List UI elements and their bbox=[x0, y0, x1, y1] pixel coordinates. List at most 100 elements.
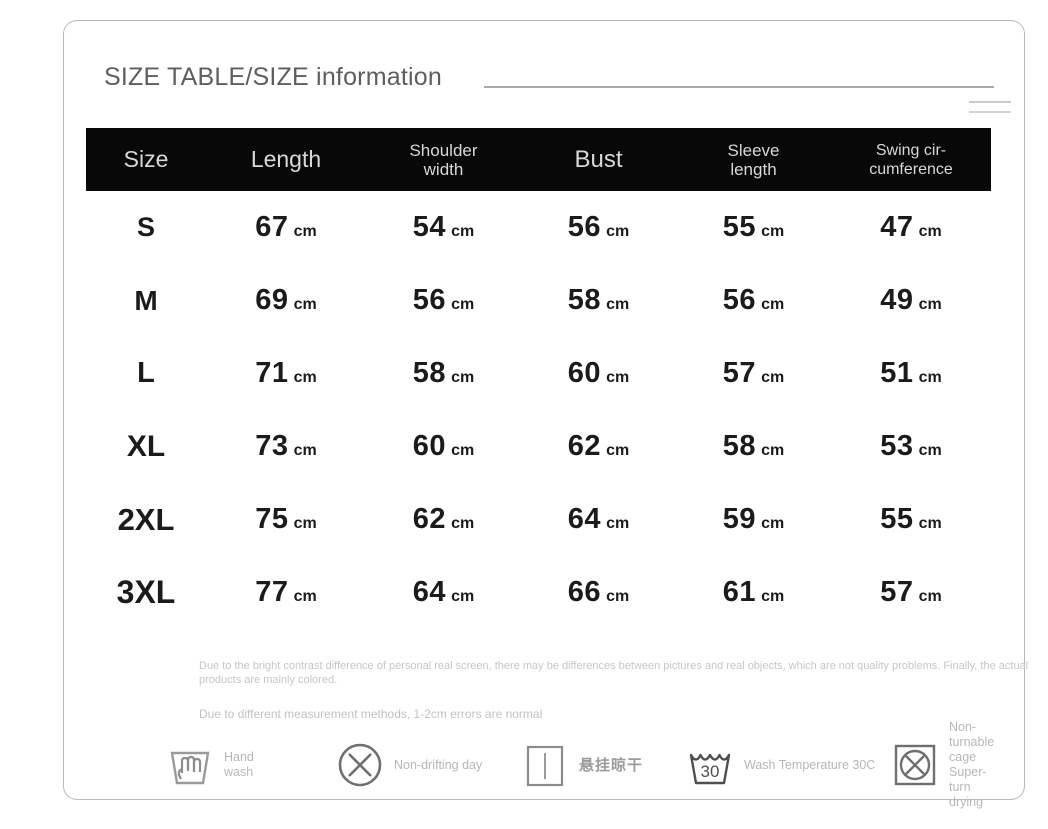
measurement-unit: cm bbox=[606, 588, 630, 605]
measurement-unit: cm bbox=[451, 442, 475, 459]
measurement-unit: cm bbox=[293, 588, 317, 605]
size-table: Size Length Shoulder width Bust Sleeve l… bbox=[86, 128, 991, 629]
cell-length: 75 cm bbox=[206, 503, 366, 536]
measurement-unit: cm bbox=[761, 223, 785, 240]
measurement-unit: cm bbox=[293, 223, 317, 240]
measurement-value: 57 bbox=[722, 357, 757, 389]
column-header-shoulder-width: Shoulder width bbox=[409, 140, 478, 179]
cell-sleeve-length: 55 cm bbox=[676, 211, 831, 244]
cell-size: S bbox=[86, 212, 206, 243]
cell-sleeve-length: 61 cm bbox=[676, 576, 831, 609]
measurement-value: 49 bbox=[880, 284, 914, 316]
cell-swing-circumference: 49 cm bbox=[831, 284, 991, 317]
cell-size: L bbox=[86, 357, 206, 390]
note-measurement: Due to different measurement methods, 1-… bbox=[199, 707, 543, 721]
measurement-value: 73 bbox=[255, 430, 289, 462]
measurement-unit: cm bbox=[451, 369, 475, 386]
hamburger-lines-icon bbox=[969, 101, 1011, 103]
no-tumble-dry-icon bbox=[889, 739, 941, 791]
measurement-unit: cm bbox=[606, 223, 630, 240]
measurement-value: 75 bbox=[255, 503, 289, 535]
column-header-swing-circumference: Swing cir- cumference bbox=[869, 141, 953, 178]
care-label-hand-wash: Hand wash bbox=[224, 750, 254, 779]
table-row: XL 73 cm 60 cm 62 cm 58 cm 53 cm bbox=[86, 410, 991, 483]
title-divider-rule bbox=[484, 86, 994, 88]
hamburger-lines-icon-secondary bbox=[969, 111, 1011, 113]
care-item-wash-temperature: 30 Wash Temperature 30C bbox=[684, 733, 875, 797]
cell-bust: 58 cm bbox=[521, 284, 676, 317]
measurement-value: 56 bbox=[567, 211, 602, 243]
wash-temperature-30-icon: 30 bbox=[684, 739, 736, 791]
measurement-value: 64 bbox=[412, 576, 447, 608]
cell-size: 3XL bbox=[86, 574, 206, 611]
cell-swing-circumference: 57 cm bbox=[831, 576, 991, 609]
notes-block: Due to the bright contrast difference of… bbox=[199, 659, 1029, 721]
measurement-unit: cm bbox=[293, 442, 317, 459]
care-label-no-bleach: Non-drifting day bbox=[394, 757, 483, 772]
cell-sleeve-length: 57 cm bbox=[676, 357, 831, 390]
size-label: M bbox=[134, 284, 158, 316]
cell-shoulder-width: 60 cm bbox=[366, 430, 521, 463]
measurement-value: 66 bbox=[567, 576, 602, 608]
care-label-no-tumble-dry: Non-turnable cage Super-turn drying bbox=[949, 720, 995, 809]
cell-swing-circumference: 55 cm bbox=[831, 503, 991, 536]
no-bleach-circle-x-icon bbox=[334, 739, 386, 791]
measurement-value: 55 bbox=[880, 503, 914, 535]
measurement-value: 67 bbox=[255, 211, 289, 243]
measurement-unit: cm bbox=[761, 442, 785, 459]
measurement-value: 61 bbox=[722, 576, 757, 608]
column-header-size: Size bbox=[123, 146, 169, 172]
measurement-unit: cm bbox=[761, 296, 785, 313]
table-row: S 67 cm 54 cm 56 cm 55 cm 47 cm bbox=[86, 191, 991, 264]
cell-swing-circumference: 47 cm bbox=[831, 211, 991, 244]
svg-text:30: 30 bbox=[701, 762, 720, 781]
cell-size: M bbox=[86, 285, 206, 317]
hand-wash-icon bbox=[164, 739, 216, 791]
measurement-value: 57 bbox=[880, 576, 914, 608]
measurement-value: 71 bbox=[255, 357, 289, 389]
cell-length: 77 cm bbox=[206, 576, 366, 609]
measurement-unit: cm bbox=[293, 296, 317, 313]
note-color-disclaimer: Due to the bright contrast difference of… bbox=[199, 660, 1029, 686]
cell-sleeve-length: 56 cm bbox=[676, 284, 831, 317]
care-label-wash-temperature: Wash Temperature 30C bbox=[744, 757, 876, 772]
measurement-unit: cm bbox=[606, 369, 630, 386]
measurement-unit: cm bbox=[761, 369, 785, 386]
drip-dry-square-icon bbox=[519, 739, 571, 791]
cell-size: XL bbox=[86, 430, 206, 464]
measurement-value: 62 bbox=[567, 430, 602, 462]
measurement-unit: cm bbox=[918, 223, 942, 240]
cell-shoulder-width: 64 cm bbox=[366, 576, 521, 609]
table-row: 3XL 77 cm 64 cm 66 cm 61 cm 57 cm bbox=[86, 556, 991, 629]
cell-swing-circumference: 53 cm bbox=[831, 430, 991, 463]
measurement-unit: cm bbox=[451, 588, 475, 605]
cell-bust: 66 cm bbox=[521, 576, 676, 609]
column-header-sleeve-length: Sleeve length bbox=[727, 140, 780, 179]
title-row: SIZE TABLE/SIZE information bbox=[104, 59, 1011, 119]
measurement-unit: cm bbox=[293, 369, 317, 386]
measurement-value: 56 bbox=[722, 284, 757, 316]
measurement-unit: cm bbox=[761, 515, 785, 532]
size-label: XL bbox=[126, 429, 166, 463]
measurement-value: 60 bbox=[567, 357, 602, 389]
size-label: 2XL bbox=[117, 501, 175, 537]
care-item-no-tumble-dry: Non-turnable cage Super-turn drying bbox=[889, 720, 1004, 809]
measurement-value: 55 bbox=[722, 211, 757, 243]
measurement-unit: cm bbox=[918, 588, 942, 605]
measurement-value: 51 bbox=[880, 357, 914, 389]
measurement-value: 47 bbox=[880, 211, 914, 243]
size-label: S bbox=[136, 212, 155, 242]
column-header-length: Length bbox=[250, 146, 322, 172]
measurement-unit: cm bbox=[918, 296, 942, 313]
care-item-drip-dry: 悬挂晾干 bbox=[519, 733, 643, 797]
measurement-unit: cm bbox=[451, 515, 475, 532]
measurement-value: 62 bbox=[412, 503, 447, 535]
measurement-unit: cm bbox=[451, 223, 475, 240]
measurement-unit: cm bbox=[293, 515, 317, 532]
cell-length: 73 cm bbox=[206, 430, 366, 463]
measurement-unit: cm bbox=[606, 515, 630, 532]
table-row: L 71 cm 58 cm 60 cm 57 cm 51 cm bbox=[86, 337, 991, 410]
measurement-unit: cm bbox=[761, 588, 785, 605]
cell-shoulder-width: 54 cm bbox=[366, 211, 521, 244]
measurement-value: 60 bbox=[412, 430, 447, 462]
